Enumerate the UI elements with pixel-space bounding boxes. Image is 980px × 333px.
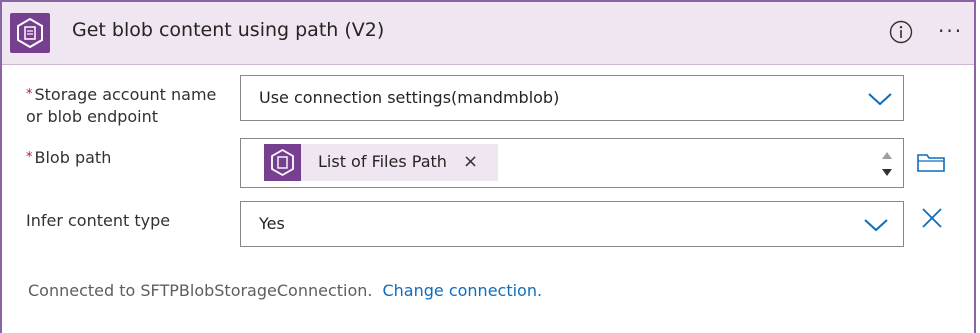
storage-account-value: Use connection settings(mandmblob) — [259, 88, 560, 107]
infer-content-type-dropdown[interactable]: Yes — [240, 201, 904, 247]
scroll-spinner[interactable] — [874, 146, 900, 182]
blob-path-label: * Blob path — [26, 148, 112, 167]
blob-path-input[interactable]: List of Files Path × — [240, 138, 904, 188]
required-marker: * — [26, 150, 33, 165]
down-arrow-icon — [882, 169, 892, 176]
close-icon[interactable] — [920, 206, 944, 230]
action-header[interactable]: Get blob content using path (V2) ··· — [2, 2, 974, 65]
token-label: List of Files Path — [318, 152, 447, 171]
action-card: Get blob content using path (V2) ··· * St… — [0, 0, 976, 333]
infer-content-type-value: Yes — [259, 214, 285, 233]
chevron-down-icon[interactable] — [863, 217, 889, 233]
blob-storage-icon — [10, 13, 50, 53]
action-title: Get blob content using path (V2) — [72, 19, 385, 41]
connection-status: Connected to SFTPBlobStorageConnection. C… — [28, 281, 542, 300]
connection-text: Connected to SFTPBlobStorageConnection. — [28, 281, 373, 300]
storage-account-label: * Storage account name or blob endpoint — [26, 85, 217, 126]
more-options-icon[interactable]: ··· — [938, 18, 968, 44]
infer-content-type-label: Infer content type — [26, 211, 171, 230]
dynamic-content-token[interactable]: List of Files Path × — [264, 144, 498, 181]
chevron-down-icon[interactable] — [867, 91, 893, 107]
required-marker: * — [26, 87, 33, 102]
change-connection-link[interactable]: Change connection. — [382, 281, 542, 300]
storage-account-dropdown[interactable]: Use connection settings(mandmblob) — [240, 75, 904, 121]
remove-token-icon[interactable]: × — [463, 151, 478, 172]
info-icon[interactable] — [888, 19, 914, 45]
folder-icon[interactable] — [916, 150, 946, 174]
up-arrow-icon — [882, 152, 892, 159]
blob-storage-icon — [264, 144, 301, 181]
